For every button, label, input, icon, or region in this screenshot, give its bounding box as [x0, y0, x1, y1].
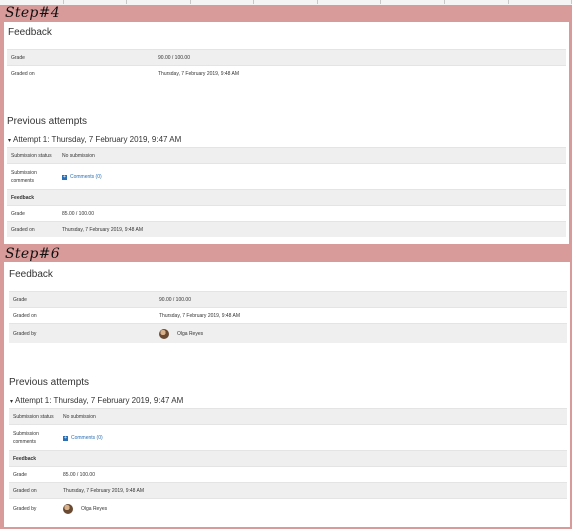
submission-status-label: Submission status — [13, 414, 54, 420]
avatar — [63, 503, 73, 514]
previous-attempts-heading: Previous attempts — [7, 116, 88, 127]
submission-comments-label: Submission comments — [11, 170, 37, 184]
collapse-arrow-icon: ▾ — [8, 138, 12, 144]
grade-row: Grade 90.00 / 100.00 — [7, 49, 566, 65]
submission-comments-row: Submission comments + Comments (0) — [9, 424, 567, 450]
graded-on-row: Graded on Thursday, 7 February 2019, 9:4… — [7, 65, 566, 81]
graded-on-value: Thursday, 7 February 2019, 9:48 AM — [158, 71, 240, 77]
feedback-heading: Feedback — [8, 27, 52, 38]
feedback-heading: Feedback — [9, 269, 53, 280]
previous-attempts-heading: Previous attempts — [9, 377, 90, 388]
comments-link[interactable]: + Comments (0) — [62, 164, 102, 190]
submission-status-value: No submission — [62, 153, 95, 159]
grade-row: Grade 90.00 / 100.00 — [9, 291, 567, 307]
graded-on-value: Thursday, 7 February 2019, 9:48 AM — [159, 313, 241, 319]
attempt-feedback-label: Feedback — [13, 456, 37, 462]
expand-plus-icon: + — [63, 434, 68, 441]
attempt-graded-on-value: Thursday, 7 February 2019, 9:48 AM — [62, 227, 144, 233]
attempt-grade-row: Grade 85.00 / 100.00 — [7, 205, 566, 221]
top-tab-strip — [0, 0, 572, 5]
avatar — [159, 328, 169, 339]
attempt-graded-on-row: Graded on Thursday, 7 February 2019, 9:4… — [7, 221, 566, 237]
attempt-title: Attempt 1: Thursday, 7 February 2019, 9:… — [15, 396, 184, 405]
attempt-title: Attempt 1: Thursday, 7 February 2019, 9:… — [13, 135, 182, 144]
attempt-feedback-label: Feedback — [11, 195, 35, 201]
attempt-grade-value: 85.00 / 100.00 — [63, 472, 95, 478]
graded-by-value: Olga Reyes — [159, 324, 203, 344]
step4-panel: Feedback Grade 90.00 / 100.00 Graded on … — [4, 22, 569, 244]
attempt-graded-by-label: Graded by — [13, 506, 37, 512]
attempt-graded-on-row: Graded on Thursday, 7 February 2019, 9:4… — [9, 482, 567, 498]
collapse-arrow-icon: ▾ — [10, 399, 14, 405]
attempt-grade-label: Grade — [11, 211, 25, 217]
submission-status-value: No submission — [63, 414, 96, 420]
attempt-grade-row: Grade 85.00 / 100.00 — [9, 466, 567, 482]
submission-status-row: Submission status No submission — [9, 408, 567, 424]
graded-on-label: Graded on — [13, 313, 37, 319]
attempt-graded-by-row: Graded by Olga Reyes — [9, 498, 567, 518]
submission-comments-label: Submission comments — [13, 431, 39, 445]
graded-on-label: Graded on — [11, 71, 35, 77]
attempt-feedback-row: Feedback — [7, 189, 566, 205]
step6-panel: Feedback Grade 90.00 / 100.00 Graded on … — [4, 262, 570, 527]
step-label: Step#6 — [5, 246, 60, 262]
attempt-feedback-row: Feedback — [9, 450, 567, 466]
submission-comments-row: Submission comments + Comments (0) — [7, 163, 566, 189]
grade-label: Grade — [11, 55, 25, 61]
grade-value: 90.00 / 100.00 — [159, 297, 191, 303]
submission-status-row: Submission status No submission — [7, 147, 566, 163]
attempt-graded-on-label: Graded on — [11, 227, 35, 233]
attempt-graded-by-value: Olga Reyes — [63, 499, 107, 519]
graded-by-label: Graded by — [13, 331, 37, 337]
step-label: Step#4 — [5, 5, 60, 21]
submission-status-label: Submission status — [11, 153, 52, 159]
graded-by-row: Graded by Olga Reyes — [9, 323, 567, 343]
grade-value: 90.00 / 100.00 — [158, 55, 190, 61]
attempt-toggle[interactable]: ▾ Attempt 1: Thursday, 7 February 2019, 9… — [8, 135, 181, 144]
comments-link[interactable]: + Comments (0) — [63, 425, 103, 451]
expand-plus-icon: + — [62, 173, 67, 180]
attempt-graded-on-value: Thursday, 7 February 2019, 9:48 AM — [63, 488, 145, 494]
grade-label: Grade — [13, 297, 27, 303]
attempt-grade-value: 85.00 / 100.00 — [62, 211, 94, 217]
graded-on-row: Graded on Thursday, 7 February 2019, 9:4… — [9, 307, 567, 323]
attempt-graded-on-label: Graded on — [13, 488, 37, 494]
attempt-grade-label: Grade — [13, 472, 27, 478]
attempt-toggle[interactable]: ▾ Attempt 1: Thursday, 7 February 2019, 9… — [10, 396, 183, 405]
